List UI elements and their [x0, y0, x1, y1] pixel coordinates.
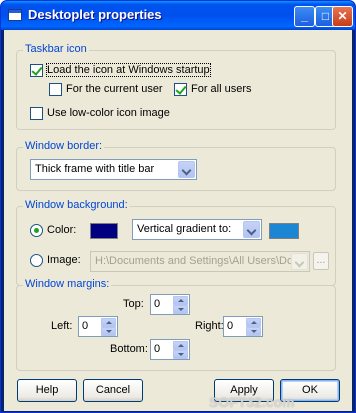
for-all-users-label[interactable]: For all users	[191, 83, 252, 95]
window-title: Desktoplet properties	[28, 7, 162, 22]
left-margin-label: Left:	[51, 320, 73, 332]
window-border-group: Window border: Thick frame with title ba…	[16, 140, 336, 191]
image-radio-label[interactable]: Image:	[47, 254, 81, 266]
for-current-user-checkbox[interactable]	[49, 83, 62, 96]
window-border-dropdown[interactable]: Thick frame with title bar	[30, 159, 197, 180]
load-at-startup-checkbox[interactable]	[30, 64, 43, 77]
background-color-swatch[interactable]	[90, 223, 118, 239]
dialog-client-area: Taskbar icon Load the icon at Windows st…	[4, 30, 352, 411]
image-radio[interactable]	[30, 254, 43, 267]
chevron-down-icon[interactable]	[178, 161, 195, 178]
spin-down-icon[interactable]	[173, 350, 188, 359]
taskbar-icon-legend: Taskbar icon	[23, 43, 89, 55]
left-margin-spinner[interactable]: 0	[78, 316, 118, 337]
window-background-legend: Window background:	[23, 199, 130, 211]
watermark-text: SOFT32.com	[209, 394, 295, 410]
minimize-button[interactable]: _	[294, 6, 315, 27]
bottom-margin-value: 0	[154, 343, 161, 355]
top-margin-label: Top:	[123, 298, 144, 310]
gradient-value: Vertical gradient to:	[137, 223, 232, 235]
bottom-margin-spinner[interactable]: 0	[150, 339, 190, 360]
chevron-down-icon[interactable]	[291, 253, 308, 270]
spin-up-icon[interactable]	[246, 318, 261, 327]
spin-down-icon[interactable]	[173, 305, 188, 314]
for-current-user-label[interactable]: For the current user	[66, 83, 163, 95]
right-margin-value: 0	[227, 320, 234, 332]
gradient-dropdown[interactable]: Vertical gradient to:	[132, 219, 262, 240]
for-all-users-checkbox[interactable]	[174, 83, 187, 96]
top-margin-value: 0	[154, 298, 161, 310]
window-border-value: Thick frame with title bar	[35, 163, 155, 175]
low-color-icon-label[interactable]: Use low-color icon image	[47, 107, 170, 119]
bottom-margin-label: Bottom:	[110, 343, 148, 355]
taskbar-icon-group: Taskbar icon Load the icon at Windows st…	[16, 43, 336, 130]
chevron-down-icon[interactable]	[243, 221, 260, 238]
window-margins-legend: Window margins:	[23, 278, 112, 290]
spin-down-icon[interactable]	[246, 327, 261, 336]
spin-up-icon[interactable]	[101, 318, 116, 327]
load-at-startup-label[interactable]: Load the icon at Windows startup	[46, 63, 211, 77]
right-margin-label: Right:	[195, 320, 224, 332]
top-margin-spinner[interactable]: 0	[150, 294, 190, 315]
properties-window: Desktoplet properties _ □ ✕ Taskbar icon…	[0, 0, 356, 413]
window-border-legend: Window border:	[23, 140, 105, 152]
left-margin-value: 0	[82, 320, 89, 332]
color-radio-label[interactable]: Color:	[47, 224, 76, 236]
spin-up-icon[interactable]	[173, 296, 188, 305]
image-path-dropdown[interactable]: H:\Documents and Settings\All Users\Do	[90, 251, 310, 272]
spin-down-icon[interactable]	[101, 327, 116, 336]
help-button[interactable]: Help	[17, 379, 77, 402]
low-color-icon-checkbox[interactable]	[30, 107, 43, 120]
image-path-value: H:\Documents and Settings\All Users\Do	[95, 255, 294, 267]
browse-image-button[interactable]: ...	[313, 252, 329, 270]
spin-up-icon[interactable]	[173, 341, 188, 350]
close-button[interactable]: ✕	[332, 6, 353, 27]
window-margins-group: Window margins: Top: 0 Left: 0 Right: 0 …	[16, 278, 336, 371]
right-margin-spinner[interactable]: 0	[223, 316, 263, 337]
color-radio[interactable]	[30, 224, 43, 237]
window-background-group: Window background: Color: Vertical gradi…	[16, 199, 336, 286]
title-bar[interactable]: Desktoplet properties _ □ ✕	[1, 1, 355, 30]
gradient-color-swatch[interactable]	[269, 223, 299, 239]
app-window-icon	[8, 9, 22, 21]
cancel-button[interactable]: Cancel	[83, 379, 143, 402]
